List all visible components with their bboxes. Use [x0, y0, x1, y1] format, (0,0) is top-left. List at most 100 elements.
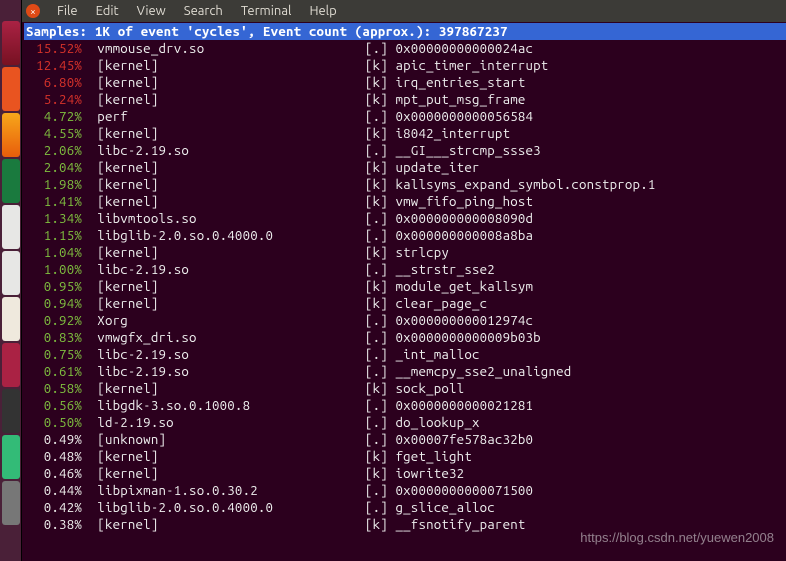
symbol: module_get_kallsym [396, 278, 534, 295]
perf-row[interactable]: 0.94% [kernel] [k] clear_page_c [24, 295, 786, 312]
perf-row[interactable]: 0.46% [kernel] [k] iowrite32 [24, 465, 786, 482]
perf-row[interactable]: 1.15% libglib-2.0.so.0.4000.0 [.] 0x0000… [24, 227, 786, 244]
symbol: kallsyms_expand_symbol.constprop.1 [396, 176, 656, 193]
symbol: i8042_interrupt [396, 125, 511, 142]
overhead-pct: 15.52% [24, 40, 82, 57]
symbol-flag: [.] [365, 363, 396, 380]
perf-row[interactable]: 1.04% [kernel] [k] strlcpy [24, 244, 786, 261]
overhead-pct: 4.55% [24, 125, 82, 142]
symbol: __memcpy_sse2_unaligned [396, 363, 572, 380]
launcher-icon[interactable] [2, 159, 20, 203]
perf-row[interactable]: 0.49% [unknown] [.] 0x00007fe578ac32b0 [24, 431, 786, 448]
symbol-flag: [.] [365, 227, 396, 244]
overhead-pct: 0.46% [24, 465, 82, 482]
symbol: 0x0000000000056584 [396, 108, 534, 125]
symbol-flag: [k] [365, 193, 396, 210]
perf-row[interactable]: 1.41% [kernel] [k] vmw_fifo_ping_host [24, 193, 786, 210]
shared-object: [kernel] [97, 448, 365, 465]
shared-object: libpixman-1.so.0.30.2 [97, 482, 365, 499]
close-icon[interactable]: × [26, 4, 40, 18]
overhead-pct: 1.15% [24, 227, 82, 244]
menubar: × File Edit View Search Terminal Help [22, 0, 786, 22]
shared-object: [unknown] [97, 431, 365, 448]
perf-row[interactable]: 0.38% [kernel] [k] __fsnotify_parent [24, 516, 786, 533]
perf-row[interactable]: 0.50% ld-2.19.so [.] do_lookup_x [24, 414, 786, 431]
shared-object: libglib-2.0.so.0.4000.0 [97, 227, 365, 244]
perf-row[interactable]: 4.72% perf [.] 0x0000000000056584 [24, 108, 786, 125]
perf-row[interactable]: 0.95% [kernel] [k] module_get_kallsym [24, 278, 786, 295]
symbol: do_lookup_x [396, 414, 480, 431]
menu-edit[interactable]: Edit [87, 4, 128, 18]
symbol-flag: [k] [365, 278, 396, 295]
symbol-flag: [k] [365, 516, 396, 533]
perf-row[interactable]: 2.06% libc-2.19.so [.] __GI___strcmp_sss… [24, 142, 786, 159]
overhead-pct: 0.44% [24, 482, 82, 499]
perf-row[interactable]: 0.83% vmwgfx_dri.so [.] 0x0000000000009b… [24, 329, 786, 346]
symbol-flag: [.] [365, 108, 396, 125]
symbol: fget_light [396, 448, 472, 465]
symbol-flag: [k] [365, 159, 396, 176]
overhead-pct: 0.50% [24, 414, 82, 431]
symbol-flag: [k] [365, 125, 396, 142]
shared-object: [kernel] [97, 74, 365, 91]
perf-row[interactable]: 12.45% [kernel] [k] apic_timer_interrupt [24, 57, 786, 74]
overhead-pct: 0.75% [24, 346, 82, 363]
menu-help[interactable]: Help [300, 4, 345, 18]
overhead-pct: 2.04% [24, 159, 82, 176]
shared-object: [kernel] [97, 465, 365, 482]
overhead-pct: 5.24% [24, 91, 82, 108]
launcher-icon[interactable] [2, 113, 20, 157]
overhead-pct: 0.56% [24, 397, 82, 414]
launcher-icon[interactable] [2, 21, 20, 65]
menu-view[interactable]: View [128, 4, 175, 18]
shared-object: libc-2.19.so [97, 363, 365, 380]
overhead-pct: 0.38% [24, 516, 82, 533]
unity-launcher [0, 0, 22, 561]
symbol: vmw_fifo_ping_host [396, 193, 534, 210]
perf-row[interactable]: 0.58% [kernel] [k] sock_poll [24, 380, 786, 397]
symbol-flag: [k] [365, 91, 396, 108]
perf-row[interactable]: 0.42% libglib-2.0.so.0.4000.0 [.] g_slic… [24, 499, 786, 516]
menu-terminal[interactable]: Terminal [232, 4, 301, 18]
perf-row[interactable]: 5.24% [kernel] [k] mpt_put_msg_frame [24, 91, 786, 108]
launcher-icon[interactable] [2, 297, 20, 341]
perf-row[interactable]: 6.80% [kernel] [k] irq_entries_start [24, 74, 786, 91]
symbol: __GI___strcmp_ssse3 [396, 142, 541, 159]
symbol: 0x00007fe578ac32b0 [396, 431, 534, 448]
overhead-pct: 0.92% [24, 312, 82, 329]
shared-object: vmmouse_drv.so [97, 40, 365, 57]
launcher-icon[interactable] [2, 343, 20, 387]
symbol: 0x0000000000071500 [396, 482, 534, 499]
symbol-flag: [k] [365, 295, 396, 312]
symbol: 0x000000000012974c [396, 312, 534, 329]
symbol-flag: [.] [365, 142, 396, 159]
launcher-icon[interactable] [2, 251, 20, 295]
perf-row[interactable]: 1.98% [kernel] [k] kallsyms_expand_symbo… [24, 176, 786, 193]
perf-row[interactable]: 0.75% libc-2.19.so [.] _int_malloc [24, 346, 786, 363]
perf-row[interactable]: 0.61% libc-2.19.so [.] __memcpy_sse2_una… [24, 363, 786, 380]
launcher-icon[interactable] [2, 205, 20, 249]
symbol: iowrite32 [396, 465, 465, 482]
perf-row[interactable]: 0.44% libpixman-1.so.0.30.2 [.] 0x000000… [24, 482, 786, 499]
terminal-output[interactable]: Samples: 1K of event 'cycles', Event cou… [22, 22, 786, 561]
menu-search[interactable]: Search [175, 4, 232, 18]
menu-file[interactable]: File [48, 4, 87, 18]
overhead-pct: 1.04% [24, 244, 82, 261]
perf-row[interactable]: 0.92% Xorg [.] 0x000000000012974c [24, 312, 786, 329]
perf-row[interactable]: 1.34% libvmtools.so [.] 0x00000000000809… [24, 210, 786, 227]
perf-row[interactable]: 1.00% libc-2.19.so [.] __strstr_sse2 [24, 261, 786, 278]
perf-row[interactable]: 2.04% [kernel] [k] update_iter [24, 159, 786, 176]
shared-object: [kernel] [97, 516, 365, 533]
perf-row[interactable]: 0.56% libgdk-3.so.0.1000.8 [.] 0x0000000… [24, 397, 786, 414]
launcher-icon[interactable] [2, 67, 20, 111]
perf-row[interactable]: 0.48% [kernel] [k] fget_light [24, 448, 786, 465]
perf-row[interactable]: 15.52% vmmouse_drv.so [.] 0x000000000000… [24, 40, 786, 57]
symbol-flag: [.] [365, 431, 396, 448]
launcher-icon[interactable] [2, 481, 20, 525]
launcher-icon[interactable] [2, 389, 20, 433]
overhead-pct: 1.00% [24, 261, 82, 278]
symbol: mpt_put_msg_frame [396, 91, 526, 108]
launcher-icon[interactable] [2, 435, 20, 479]
symbol-flag: [.] [365, 312, 396, 329]
perf-row[interactable]: 4.55% [kernel] [k] i8042_interrupt [24, 125, 786, 142]
